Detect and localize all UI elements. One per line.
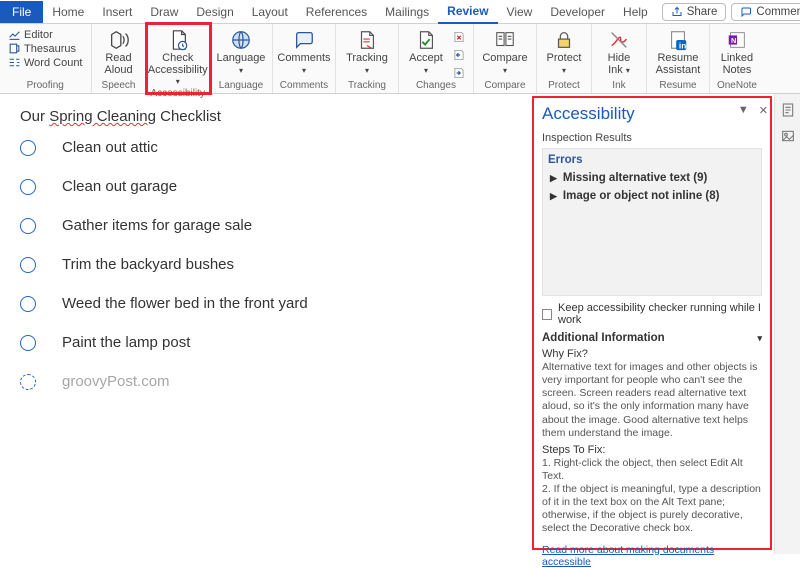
reject-icon[interactable] [452, 30, 466, 44]
tab-design[interactable]: Design [187, 1, 242, 23]
group-speech: ReadAloud Speech [92, 24, 147, 93]
tab-view[interactable]: View [498, 1, 542, 23]
group-resume: in ResumeAssistant Resume [647, 24, 710, 93]
list-item: Trim the backyard bushes [20, 256, 512, 273]
tab-review[interactable]: Review [438, 0, 497, 24]
tab-references[interactable]: References [297, 1, 376, 23]
thesaurus-button[interactable]: Thesaurus [8, 42, 83, 55]
pane-menu-icon[interactable]: ▼ [738, 104, 749, 117]
error-item[interactable]: ▶Image or object not inline (8) [550, 190, 756, 202]
accept-button[interactable]: Accept▾ [403, 26, 449, 76]
pane-doc-icon[interactable] [780, 102, 796, 118]
group-changes: Accept▾ Changes [399, 24, 474, 93]
read-more-link[interactable]: Read more about making documents accessi… [542, 544, 762, 568]
list-item: Gather items for garage sale [20, 217, 512, 234]
tracking-button[interactable]: Tracking▾ [340, 26, 394, 76]
list-item: Clean out garage [20, 178, 512, 195]
group-protect: Protect▾ Protect [537, 24, 592, 93]
group-accessibility: CheckAccessibility ▾ Accessibility [147, 24, 210, 93]
steps-heading: Steps To Fix: [542, 444, 762, 456]
group-tracking: Tracking▾ Tracking [336, 24, 399, 93]
tab-insert[interactable]: Insert [93, 1, 141, 23]
checkbox-icon[interactable] [20, 374, 36, 390]
checkbox-icon[interactable] [542, 309, 552, 320]
accessibility-pane: Accessibility ▼ ✕ Inspection Results Erro… [532, 96, 772, 550]
list-item: groovyPost.com [20, 373, 512, 390]
checkbox-icon[interactable] [20, 140, 36, 156]
checkbox-icon[interactable] [20, 296, 36, 312]
list-item: Paint the lamp post [20, 334, 512, 351]
language-button[interactable]: Language▾ [214, 26, 268, 76]
tab-layout[interactable]: Layout [243, 1, 297, 23]
hide-ink-button[interactable]: HideInk ▾ [596, 26, 642, 76]
pane-image-icon[interactable] [780, 128, 796, 144]
compare-button[interactable]: Compare▾ [478, 26, 532, 76]
tab-mailings[interactable]: Mailings [376, 1, 438, 23]
prev-change-icon[interactable] [452, 48, 466, 62]
checkbox-icon[interactable] [20, 257, 36, 273]
group-comments: Comments▾ Comments [273, 24, 336, 93]
errors-heading: Errors [548, 154, 756, 166]
group-language: Language▾ Language [210, 24, 273, 93]
resume-assistant-button[interactable]: in ResumeAssistant [651, 26, 705, 76]
chevron-right-icon: ▶ [550, 191, 557, 202]
svg-text:in: in [679, 41, 686, 50]
doc-title: Our Spring Cleaning Checklist [20, 108, 512, 125]
chevron-right-icon: ▶ [550, 173, 557, 184]
read-aloud-button[interactable]: ReadAloud [96, 26, 142, 76]
pane-title: Accessibility [542, 104, 762, 124]
group-onenote: N LinkedNotes OneNote [710, 24, 764, 93]
file-tab[interactable]: File [0, 1, 43, 23]
why-fix-heading: Why Fix? [542, 348, 762, 360]
inspection-results-label: Inspection Results [542, 132, 762, 144]
tab-help[interactable]: Help [614, 1, 657, 23]
protect-button[interactable]: Protect▾ [541, 26, 587, 76]
group-compare: Compare▾ Compare [474, 24, 537, 93]
checkbox-icon[interactable] [20, 335, 36, 351]
document-canvas[interactable]: Our Spring Cleaning Checklist Clean out … [0, 94, 532, 554]
error-item[interactable]: ▶Missing alternative text (9) [550, 172, 756, 184]
group-proofing: Editor Thesaurus Word Count Proofing [0, 24, 92, 93]
why-fix-text: Alternative text for images and other ob… [542, 361, 762, 440]
share-button[interactable]: Share [662, 3, 727, 21]
next-change-icon[interactable] [452, 66, 466, 80]
right-rail [774, 94, 800, 554]
checkbox-icon[interactable] [20, 218, 36, 234]
tab-draw[interactable]: Draw [141, 1, 187, 23]
list-item: Weed the flower bed in the front yard [20, 295, 512, 312]
group-ink: HideInk ▾ Ink [592, 24, 647, 93]
close-icon[interactable]: ✕ [759, 104, 768, 117]
keep-running-checkbox[interactable]: Keep accessibility checker running while… [542, 302, 762, 326]
steps-text: 1. Right-click the object, then select E… [542, 457, 762, 536]
svg-text:N: N [731, 36, 736, 45]
list-item: Clean out attic [20, 139, 512, 156]
errors-list: Errors ▶Missing alternative text (9) ▶Im… [542, 148, 762, 296]
editor-button[interactable]: Editor [8, 28, 83, 41]
additional-info-heading[interactable]: Additional Information▾ [542, 332, 762, 344]
checkbox-icon[interactable] [20, 179, 36, 195]
check-accessibility-button[interactable]: CheckAccessibility ▾ [151, 26, 205, 88]
tab-developer[interactable]: Developer [541, 1, 614, 23]
comments-ribbon-button[interactable]: Comments▾ [277, 26, 331, 76]
word-count-button[interactable]: Word Count [8, 56, 83, 69]
comments-button[interactable]: Comments [731, 3, 800, 21]
tab-home[interactable]: Home [43, 1, 93, 23]
linked-notes-button[interactable]: N LinkedNotes [714, 26, 760, 76]
